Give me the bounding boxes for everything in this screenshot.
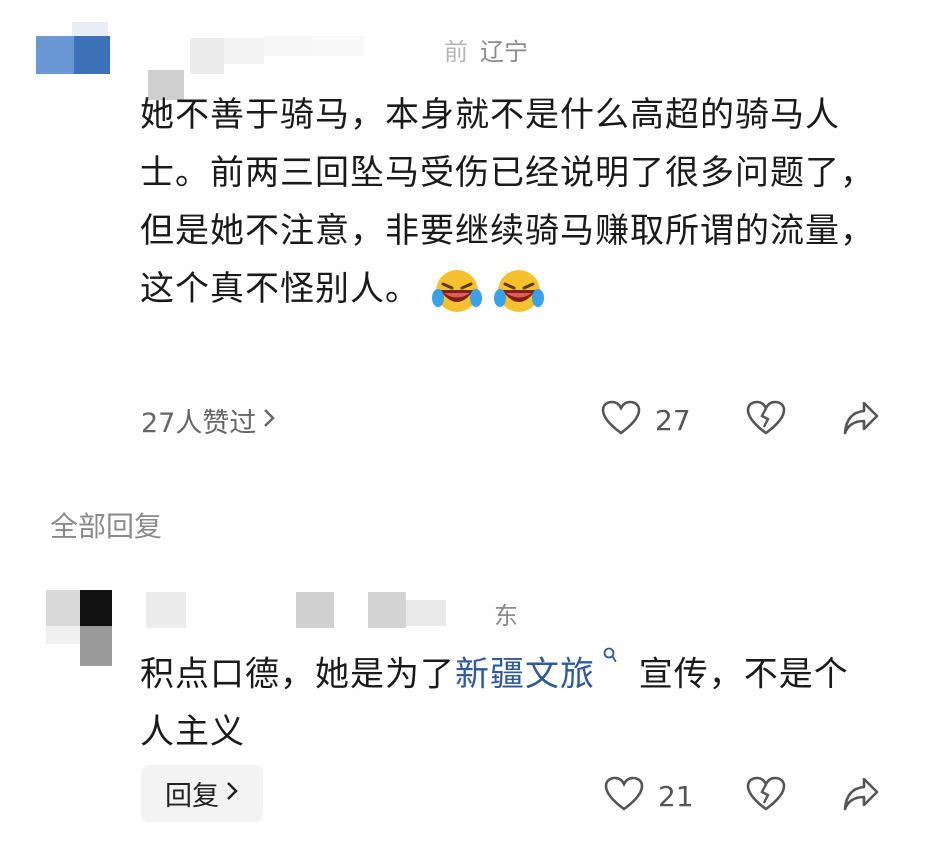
replies-section-title: 全部回复 xyxy=(50,510,163,543)
heart-icon xyxy=(601,400,641,440)
broken-heart-icon xyxy=(746,776,786,816)
main-comment-avatar[interactable] xyxy=(36,22,112,76)
topic-link[interactable]: 新疆文旅 xyxy=(455,654,595,694)
main-like-count: 27 xyxy=(655,403,691,437)
search-icon[interactable] xyxy=(596,647,625,678)
main-like-button[interactable]: 27 xyxy=(601,398,691,442)
reply-location: 东 xyxy=(494,602,518,630)
reply-button-label: 回复 xyxy=(165,781,219,812)
reply-dislike-button[interactable] xyxy=(746,774,786,818)
reply-avatar[interactable] xyxy=(46,590,112,666)
main-dislike-button[interactable] xyxy=(746,398,786,442)
liked-by-label: 27人赞过 xyxy=(141,407,257,439)
reply-like-count: 21 xyxy=(658,779,694,813)
share-icon xyxy=(842,776,880,816)
main-comment-time: 前 xyxy=(444,38,468,66)
main-comment-location: 辽宁 xyxy=(480,38,528,66)
chevron-right-icon xyxy=(262,407,276,433)
laughing-crying-emoji-2 xyxy=(493,268,544,314)
main-share-button[interactable] xyxy=(842,400,880,440)
reply-text: 积点口德，她是为了新疆文旅 宣传，不是个人主义 xyxy=(140,637,870,761)
share-icon xyxy=(842,400,880,440)
reply-like-button[interactable]: 21 xyxy=(604,774,694,818)
main-comment-text: 她不善于骑马，本身就不是什么高超的骑马人士。前两三回坠马受伤已经说明了很多问题了… xyxy=(140,86,900,318)
broken-heart-icon xyxy=(746,400,786,440)
reply-username[interactable] xyxy=(146,592,490,632)
reply-body-start: 积点口德，她是为了 xyxy=(140,654,455,695)
reply-button[interactable]: 回复 xyxy=(141,765,263,822)
heart-icon xyxy=(604,776,644,816)
laughing-crying-emoji xyxy=(431,268,482,314)
chevron-right-icon xyxy=(225,778,239,809)
liked-by-link[interactable]: 27人赞过 xyxy=(141,400,276,440)
reply-share-button[interactable] xyxy=(842,776,880,816)
